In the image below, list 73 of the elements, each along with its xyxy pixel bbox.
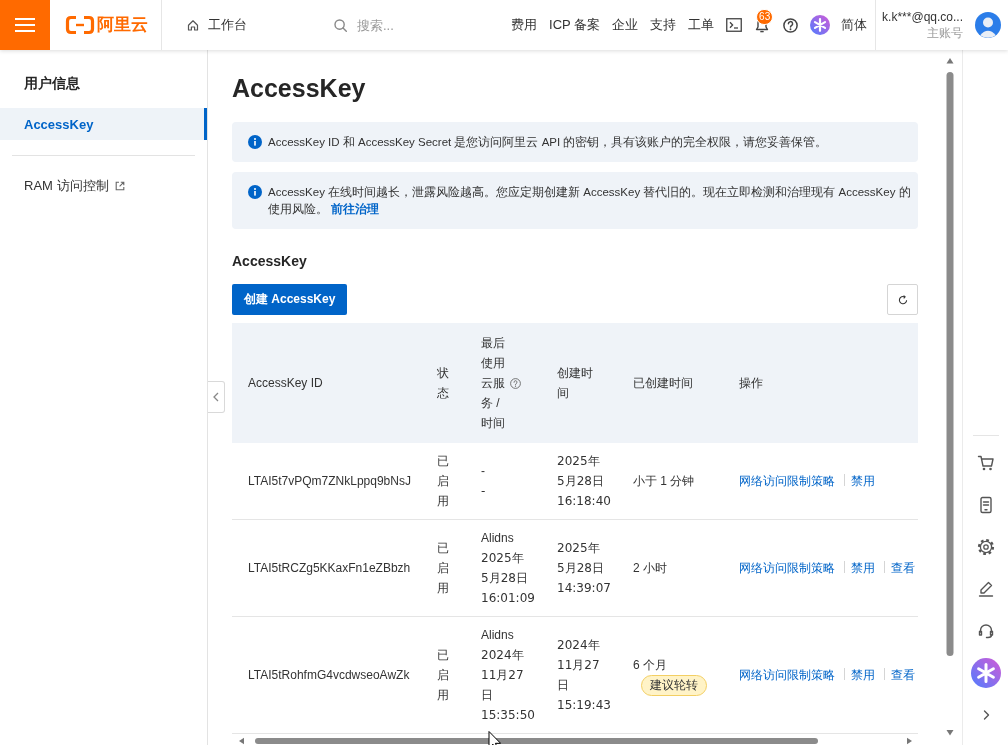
menu-icon bbox=[15, 17, 35, 33]
search-field[interactable]: 搜索... bbox=[357, 16, 477, 34]
sidebar-item[interactable]: AccessKey bbox=[0, 108, 207, 140]
action-link[interactable]: 禁用 bbox=[851, 561, 875, 575]
key-age: 2 小时 bbox=[633, 560, 667, 577]
home-icon bbox=[187, 19, 199, 31]
asterisk-disc-icon[interactable] bbox=[970, 658, 1001, 688]
page-title: AccessKey bbox=[232, 73, 366, 104]
key-status: 已启用 bbox=[437, 648, 449, 702]
account-role: 主账号 bbox=[927, 25, 963, 41]
chevron-left-icon bbox=[213, 392, 219, 402]
edit-icon[interactable] bbox=[976, 580, 995, 598]
info-icon bbox=[248, 135, 262, 149]
account-name[interactable]: k.k***@qq.co... bbox=[882, 9, 963, 25]
key-status: 已启用 bbox=[437, 541, 449, 595]
terminal-icon[interactable] bbox=[726, 18, 743, 32]
nav-link[interactable]: 工单 bbox=[688, 16, 715, 34]
action-link[interactable]: 禁用 bbox=[851, 668, 875, 682]
column-header: 创建时间 bbox=[557, 365, 594, 402]
info-icon bbox=[248, 185, 262, 199]
column-header: 最后使用云服务 / 时间 bbox=[481, 335, 505, 432]
created-time: 2025年5月28日 14:39:07 bbox=[557, 541, 611, 595]
alert-text: AccessKey 在线时间越长，泄露风险越高。您应定期创建新 AccessKey 替代旧的。现在立即检测和治理现有 AccessKey 的使用风险。 前往治理 bbox=[268, 184, 912, 217]
help-icon[interactable] bbox=[783, 17, 799, 33]
section-heading: AccessKey bbox=[232, 252, 307, 271]
search-icon bbox=[334, 18, 347, 32]
create-accesskey-button[interactable]: 创建 AccessKey bbox=[232, 284, 348, 315]
column-header: 操作 bbox=[739, 375, 763, 392]
nav-link[interactable]: 支持 bbox=[650, 16, 677, 34]
last-used-time: - bbox=[481, 484, 486, 498]
action-link[interactable]: 网络访问限制策略 bbox=[739, 561, 835, 575]
sidebar-item[interactable]: RAM 访问控制 bbox=[0, 170, 207, 202]
logo-icon bbox=[65, 15, 95, 35]
key-age: 6 个月 bbox=[633, 656, 667, 674]
column-header: 已创建时间 bbox=[633, 375, 693, 392]
key-age: 小于 1 分钟 bbox=[633, 473, 695, 490]
collapse-handle[interactable] bbox=[208, 381, 225, 413]
last-used-service: Alidns bbox=[481, 530, 514, 547]
action-link[interactable]: 禁用 bbox=[851, 474, 875, 488]
nav-link[interactable]: ICP 备案 bbox=[549, 16, 601, 34]
alert-text: AccessKey ID 和 AccessKey Secret 是您访问阿里云 API 的密钥，具有该账户的完全权限，请您妥善保管。 bbox=[268, 134, 828, 150]
created-time: 2024年11月27日 15:19:43 bbox=[557, 638, 611, 712]
refresh-button[interactable] bbox=[887, 284, 918, 315]
avatar-icon[interactable] bbox=[975, 12, 1001, 38]
sidebar-heading: 用户信息 bbox=[23, 74, 81, 93]
menu-button[interactable] bbox=[0, 0, 50, 50]
nav-link[interactable]: 费用 bbox=[511, 16, 538, 34]
action-link[interactable]: 网络访问限制策略 bbox=[739, 668, 835, 682]
last-used-service: - bbox=[481, 463, 485, 480]
alert-link[interactable]: 前往治理 bbox=[331, 202, 380, 215]
cart-icon[interactable] bbox=[976, 454, 995, 472]
last-used-service: Alidns bbox=[481, 627, 514, 644]
notification-count: 63 bbox=[756, 9, 774, 25]
column-header: AccessKey ID bbox=[248, 375, 323, 392]
key-status: 已启用 bbox=[437, 454, 449, 508]
column-header: 状态 bbox=[437, 365, 449, 402]
created-time: 2025年5月28日 16:18:40 bbox=[557, 454, 611, 508]
action-link[interactable]: 查看 bbox=[891, 668, 915, 682]
workbench-link[interactable]: 工作台 bbox=[187, 16, 247, 34]
last-used-time: 2025年5月28日 16:01:09 bbox=[481, 551, 535, 605]
settings-icon[interactable] bbox=[976, 538, 995, 556]
nav-link[interactable]: 企业 bbox=[612, 16, 639, 34]
access-key-id: LTAI5tRohfmG4vcdwseoAwZk bbox=[248, 668, 410, 682]
action-link[interactable]: 查看 bbox=[891, 561, 915, 575]
access-key-id: LTAI5tRCZg5KKaxFn1eZBbzh bbox=[248, 561, 411, 575]
headset-icon[interactable] bbox=[976, 622, 995, 640]
refresh-icon bbox=[897, 294, 908, 305]
asterisk-disc-icon[interactable] bbox=[810, 15, 831, 35]
last-used-time: 2024年11月27日 15:35:50 bbox=[481, 648, 535, 722]
language-link[interactable]: 简体 bbox=[841, 16, 868, 34]
access-key-id: LTAI5t7vPQm7ZNkLppq9bNsJ bbox=[248, 474, 411, 488]
action-link[interactable]: 网络访问限制策略 bbox=[739, 474, 835, 488]
rotation-badge: 建议轮转 bbox=[641, 674, 707, 696]
